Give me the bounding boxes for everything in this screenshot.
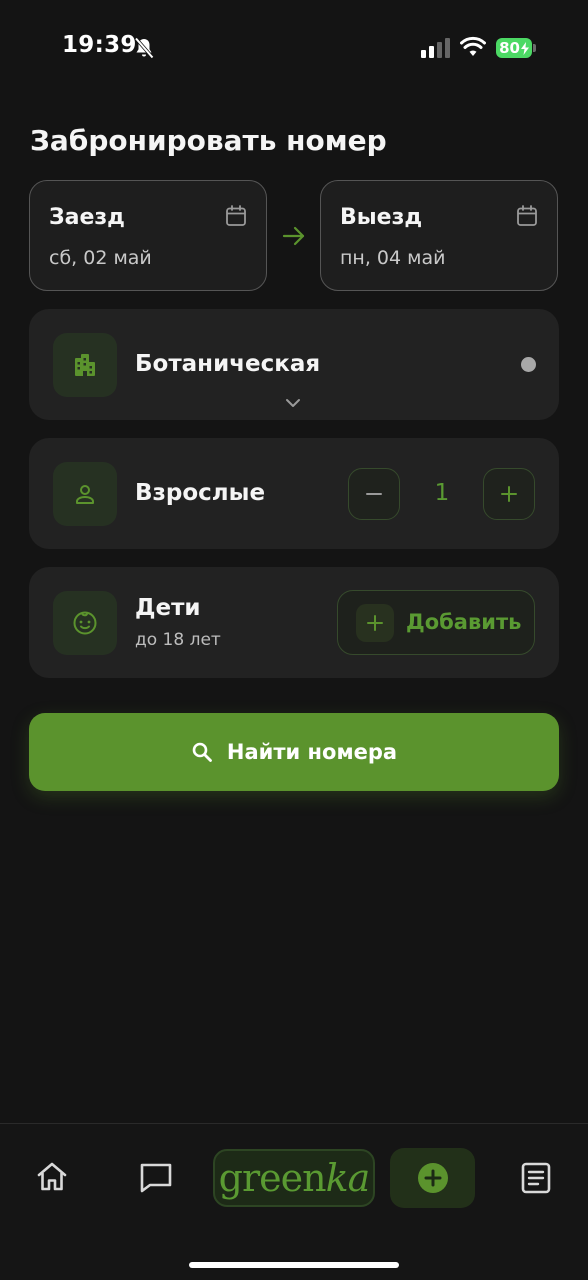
person-icon bbox=[76, 485, 94, 504]
brand-logo-button[interactable]: greenka bbox=[213, 1149, 375, 1207]
adults-count: 1 bbox=[434, 480, 450, 506]
checkin-value: сб, 02 май bbox=[49, 247, 152, 269]
arrow-right-icon bbox=[282, 226, 305, 246]
chat-icon[interactable] bbox=[138, 1160, 174, 1194]
location-selector[interactable]: Ботаническая bbox=[29, 309, 559, 420]
find-rooms-label: Найти номера bbox=[226, 740, 398, 764]
adults-increment-button[interactable] bbox=[483, 468, 535, 520]
brand-logo: greenka bbox=[218, 1156, 371, 1200]
document-list-icon[interactable] bbox=[520, 1161, 552, 1195]
adults-row: Взрослые 1 bbox=[29, 438, 559, 549]
wifi-icon bbox=[460, 36, 486, 56]
add-child-plus-box bbox=[356, 604, 394, 642]
location-status-dot bbox=[521, 357, 536, 372]
brand-main: green bbox=[218, 1156, 327, 1200]
page-title: Забронировать номер bbox=[30, 124, 387, 157]
child-face-icon bbox=[73, 611, 97, 635]
battery-indicator: 80 bbox=[496, 38, 532, 58]
children-icon-box bbox=[53, 591, 117, 655]
location-icon-box bbox=[53, 333, 117, 397]
add-child-button[interactable]: Добавить bbox=[337, 590, 535, 655]
adults-decrement-button[interactable] bbox=[348, 468, 400, 520]
status-bar: 19:39 80 bbox=[0, 0, 588, 95]
search-icon bbox=[192, 742, 212, 762]
checkout-label: Выезд bbox=[340, 205, 423, 230]
home-icon[interactable] bbox=[35, 1160, 69, 1194]
signal-icon bbox=[421, 38, 450, 58]
plus-icon bbox=[367, 615, 383, 631]
calendar-icon bbox=[517, 205, 537, 226]
location-name: Ботаническая bbox=[135, 351, 321, 377]
plus-icon bbox=[501, 486, 517, 502]
status-time: 19:39 bbox=[62, 32, 137, 58]
home-indicator[interactable] bbox=[189, 1262, 399, 1268]
calendar-icon bbox=[226, 205, 246, 226]
booking-screen: 19:39 80 Забронировать номер Заезд сб, 0… bbox=[0, 0, 588, 1280]
battery-level: 80 bbox=[499, 39, 520, 57]
checkout-date-card[interactable]: Выезд пн, 04 май bbox=[320, 180, 558, 291]
add-circle-icon bbox=[417, 1163, 448, 1193]
adults-icon-box bbox=[53, 462, 117, 526]
battery-charging-icon bbox=[520, 41, 529, 55]
building-icon bbox=[75, 354, 95, 376]
bell-off-icon bbox=[134, 37, 154, 59]
checkin-label: Заезд bbox=[49, 205, 125, 230]
children-label: Дети bbox=[135, 595, 201, 621]
find-rooms-button[interactable]: Найти номера bbox=[29, 713, 559, 791]
children-sublabel: до 18 лет bbox=[135, 630, 221, 650]
adults-label: Взрослые bbox=[135, 480, 266, 506]
checkout-value: пн, 04 май bbox=[340, 247, 446, 269]
minus-icon bbox=[366, 493, 382, 495]
chevron-down-icon[interactable] bbox=[285, 397, 301, 409]
nav-add-button[interactable] bbox=[390, 1148, 475, 1208]
bottom-navigation: greenka bbox=[0, 1123, 588, 1280]
battery-cap bbox=[533, 44, 536, 52]
add-child-label: Добавить bbox=[406, 610, 522, 634]
checkin-date-card[interactable]: Заезд сб, 02 май bbox=[29, 180, 267, 291]
brand-tail: ka bbox=[325, 1156, 371, 1200]
children-row: Дети до 18 лет Добавить bbox=[29, 567, 559, 678]
